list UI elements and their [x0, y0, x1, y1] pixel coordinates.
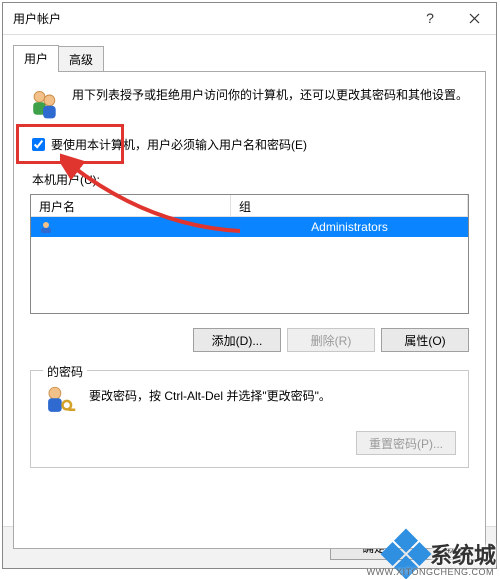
key-user-icon [43, 383, 77, 417]
add-button[interactable]: 添加(D)... [193, 328, 281, 352]
cell-username [31, 220, 231, 234]
list-caption: 本机用户(U): [14, 157, 485, 192]
tab-strip: 用户 高级 [13, 45, 486, 72]
list-button-row: 添加(D)... 删除(R) 属性(O) [30, 328, 469, 352]
close-button[interactable] [452, 3, 496, 33]
list-header: 用户名 组 [31, 195, 468, 217]
must-login-checkbox[interactable] [32, 138, 45, 151]
cell-group: Administrators [231, 220, 468, 234]
password-group-desc: 要改密码，按 Ctrl-Alt-Del 并选择"更改密码"。 [89, 383, 331, 404]
must-login-label[interactable]: 要使用本计算机，用户必须输入用户名和密码(E) [51, 136, 307, 153]
col-username[interactable]: 用户名 [31, 195, 231, 216]
password-group-legend: 的密码 [43, 363, 87, 380]
user-row-icon [39, 220, 53, 234]
window-title: 用户帐户 [13, 10, 61, 27]
intro-row: 用下列表授予或拒绝用户访问你的计算机，还可以更改其密码和其他设置。 [14, 72, 485, 128]
titlebar[interactable]: 用户帐户 ? [3, 3, 496, 35]
tab-panel-user: 用下列表授予或拒绝用户访问你的计算机，还可以更改其密码和其他设置。 要使用本计算… [13, 71, 486, 549]
close-icon [469, 13, 480, 24]
remove-button: 删除(R) [287, 328, 375, 352]
users-icon [26, 86, 62, 122]
list-row[interactable]: Administrators [31, 217, 468, 237]
col-group[interactable]: 组 [231, 195, 468, 216]
tab-user[interactable]: 用户 [13, 45, 59, 72]
reset-password-button: 重置密码(P)... [356, 431, 456, 455]
intro-text: 用下列表授予或拒绝用户访问你的计算机，还可以更改其密码和其他设置。 [72, 86, 468, 104]
user-accounts-window: 用户帐户 ? 用户 高级 用下列表授予或拒绝用户访问你的计算机，还可以更改其密码… [2, 2, 497, 569]
tab-advanced[interactable]: 高级 [58, 46, 104, 72]
user-list[interactable]: 用户名 组 Administrators [30, 194, 469, 314]
properties-button[interactable]: 属性(O) [381, 328, 469, 352]
help-button[interactable]: ? [408, 3, 452, 33]
password-groupbox: 的密码 要改密码，按 Ctrl-Alt-Del 并选择"更改密码"。 重置密码(… [30, 370, 469, 468]
must-login-row: 要使用本计算机，用户必须输入用户名和密码(E) [14, 132, 485, 157]
